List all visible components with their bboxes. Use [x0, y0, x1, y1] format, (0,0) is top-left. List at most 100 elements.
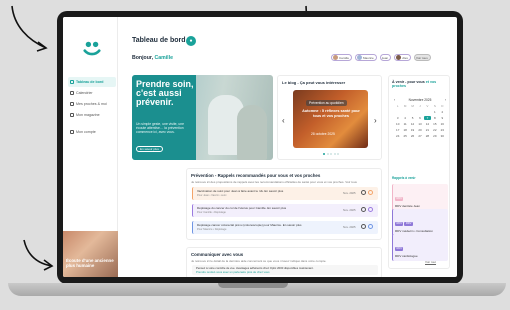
- calendar-day[interactable]: 13: [416, 122, 423, 126]
- blog-article-date: 28 octobre 2025: [311, 132, 335, 136]
- calendar-month: Novembre 2025: [408, 98, 432, 102]
- chip-maurice[interactable]: Maurice: [355, 54, 377, 61]
- app-logo-icon: [83, 41, 101, 56]
- calendar-empty: [409, 110, 416, 114]
- calendar-day[interactable]: 28: [424, 134, 431, 138]
- sidebar-promo-text: Écoute d'une ancienne plus humaine: [66, 258, 114, 268]
- calendar-day[interactable]: 4: [401, 116, 408, 120]
- calendar-day[interactable]: 2: [439, 110, 446, 114]
- prevention-subtitle: Je retrouve ici des propositions de rapp…: [191, 180, 357, 184]
- close-icon[interactable]: [368, 224, 373, 229]
- calendar-day[interactable]: 22: [431, 128, 438, 132]
- check-icon[interactable]: [361, 224, 366, 229]
- sidebar-item-label: Tableau de bord: [76, 80, 104, 84]
- event-tag: RDV: [395, 221, 404, 226]
- calendar-day[interactable]: 12: [409, 122, 416, 126]
- hero-title: Prendre soin, c'est aussi prévenir.: [136, 79, 194, 107]
- next-month-icon[interactable]: ›: [445, 98, 446, 102]
- reminder-row[interactable]: Dépistage du cancer du col de l'utérus p…: [192, 204, 378, 217]
- weekday-label: D: [441, 104, 444, 108]
- event-item[interactable]: RDV RDV dentiste Jean: [392, 184, 448, 211]
- chevron-left-icon[interactable]: ‹: [282, 116, 285, 125]
- sidebar-promo-image[interactable]: Écoute d'une ancienne plus humaine: [63, 231, 118, 277]
- message-link[interactable]: Prendre rendez-vous avec un partenaire p…: [196, 270, 270, 274]
- sidebar-item-account[interactable]: Mon compte: [68, 127, 116, 137]
- calendar-empty: [401, 110, 408, 114]
- calendar-day[interactable]: 17: [394, 128, 401, 132]
- reminder-row[interactable]: Vaccination de suivi pour Jean à faire a…: [192, 187, 378, 200]
- carousel-dot[interactable]: [323, 153, 325, 155]
- calendar-day[interactable]: 11: [401, 122, 408, 126]
- calendar-day[interactable]: 5: [409, 116, 416, 120]
- people-icon: [70, 102, 74, 106]
- reminder-meta: Pour Camille • Dépistage: [197, 211, 226, 214]
- sidebar-item-dashboard[interactable]: Tableau de bord: [68, 77, 116, 87]
- user-name: Camille: [154, 55, 173, 61]
- calendar-day[interactable]: 30: [439, 134, 446, 138]
- calendar-day[interactable]: 19: [409, 128, 416, 132]
- notification-badge-icon[interactable]: ●: [186, 36, 196, 46]
- sidebar-item-calendar[interactable]: Calendrier: [68, 88, 116, 98]
- sidebar-item-magazine[interactable]: Mon magazine: [68, 110, 116, 120]
- chevron-right-icon[interactable]: ›: [374, 116, 377, 125]
- chip-label: Maurice: [363, 55, 374, 60]
- sidebar-item-label: Calendrier: [76, 91, 93, 95]
- calendar-day[interactable]: 8: [431, 116, 438, 120]
- app-screen: Tableau de bord Calendrier Mes proches &…: [63, 17, 457, 277]
- chip-label: Alex: [402, 55, 409, 60]
- reminder-row[interactable]: Dépistage cancer colorectal prévu (colon…: [192, 221, 378, 234]
- check-icon[interactable]: [361, 190, 366, 195]
- close-icon[interactable]: [368, 207, 373, 212]
- calendar-day[interactable]: 6: [416, 116, 423, 120]
- check-icon[interactable]: [361, 207, 366, 212]
- calendar-day[interactable]: 3: [394, 116, 401, 120]
- chip-alex[interactable]: Alex: [394, 54, 412, 61]
- calendar-day[interactable]: 18: [401, 128, 408, 132]
- carousel-dot[interactable]: [330, 153, 332, 155]
- calendar-day[interactable]: 16: [439, 122, 446, 126]
- blog-article-title: Automne : 5 réflexes santé pour tous et …: [302, 109, 360, 118]
- calendar-day[interactable]: 25: [401, 134, 408, 138]
- calendar-day[interactable]: 1: [431, 110, 438, 114]
- carousel-dot[interactable]: [326, 153, 329, 155]
- reminder-text: Vaccination de suivi pour Jean à faire a…: [197, 189, 284, 193]
- upcoming-panel: À venir - pour vous et vos proches ‹ Nove…: [388, 75, 450, 269]
- calendar-day[interactable]: 14: [424, 122, 431, 126]
- calendar-day[interactable]: 29: [431, 134, 438, 138]
- calendar-day[interactable]: 24: [394, 134, 401, 138]
- calendar-day[interactable]: 21: [424, 128, 431, 132]
- message-row[interactable]: Pensez à votre contrôle de vue. Avantage…: [192, 265, 378, 275]
- chip-label: Camille: [339, 55, 350, 60]
- calendar-empty: [416, 110, 423, 114]
- event-item[interactable]: RDV RDV cardiologue: [392, 234, 448, 261]
- prev-month-icon[interactable]: ‹: [394, 98, 395, 102]
- see-all-link[interactable]: Voir tout: [425, 260, 436, 264]
- blog-article[interactable]: Prévention au quotidien Automne : 5 réfl…: [293, 90, 368, 148]
- sidebar-item-label: Mon compte: [76, 130, 96, 134]
- blog-tag: Prévention au quotidien: [306, 100, 347, 106]
- close-icon[interactable]: [368, 190, 373, 195]
- hero-banner[interactable]: Prendre soin, c'est aussi prévenir. Un s…: [132, 75, 273, 160]
- family-chips: Camille Maurice Jean Alex Voir tous: [331, 54, 431, 61]
- calendar-day[interactable]: 23: [439, 128, 446, 132]
- dashboard-icon: [70, 80, 74, 84]
- sidebar-item-family[interactable]: Mes proches & moi: [68, 99, 116, 109]
- chip-camille[interactable]: Camille: [331, 54, 353, 61]
- calendar-day[interactable]: 15: [431, 122, 438, 126]
- upcoming-title: À venir - pour vous et vos proches: [392, 80, 448, 89]
- hero-cta-button[interactable]: En savoir plus: [136, 146, 163, 152]
- calendar-day[interactable]: 9: [439, 116, 446, 120]
- carousel-dot[interactable]: [333, 153, 336, 155]
- calendar-day[interactable]: 26: [409, 134, 416, 138]
- calendar-day[interactable]: 27: [416, 134, 423, 138]
- carousel-dot[interactable]: [337, 153, 339, 155]
- calendar-day[interactable]: 7: [423, 116, 432, 120]
- calendar-day[interactable]: 10: [394, 122, 401, 126]
- see-all-chip[interactable]: Voir tous: [414, 54, 431, 61]
- weekday-label: J: [419, 104, 421, 108]
- event-item[interactable]: RDV RDV RDV médecin • Consultation: [392, 209, 448, 236]
- calendar-day[interactable]: 20: [416, 128, 423, 132]
- prevention-card: Prévention - Rappels recommandés pour vo…: [186, 168, 382, 240]
- chip-jean[interactable]: Jean: [379, 54, 392, 61]
- event-tag: RDV: [395, 246, 404, 251]
